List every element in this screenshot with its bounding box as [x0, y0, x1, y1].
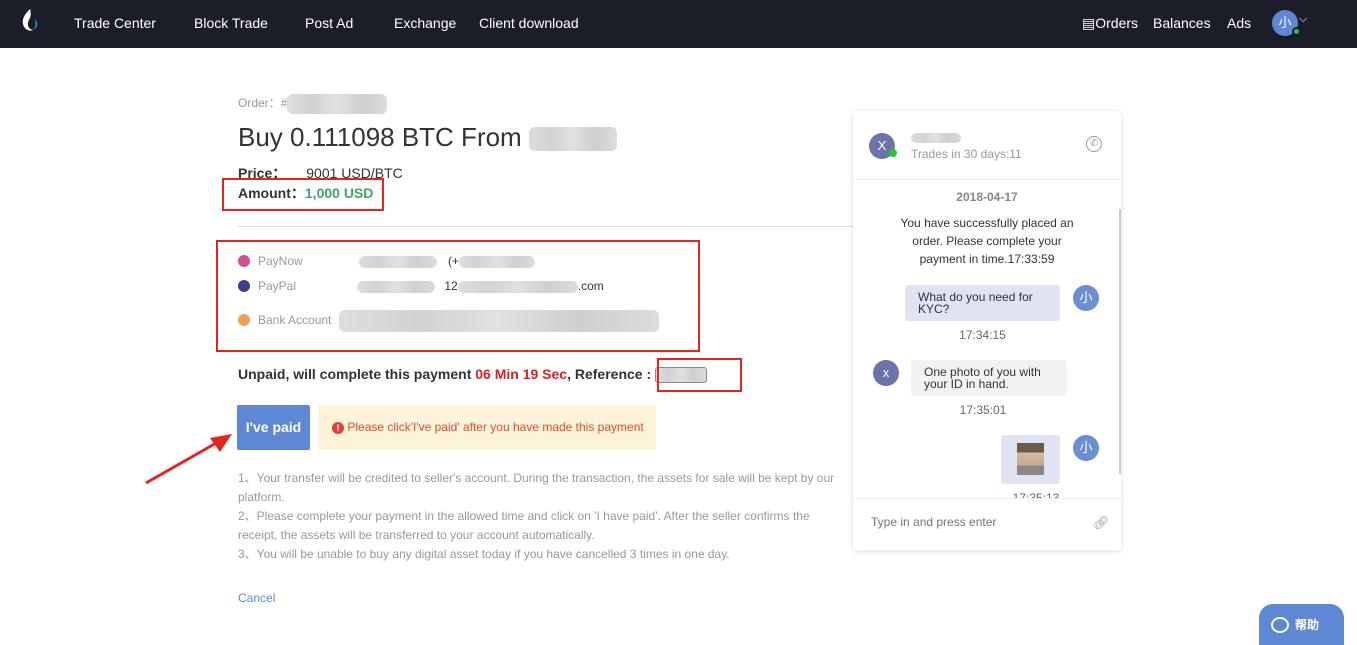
annotation-box [657, 358, 742, 392]
my-avatar: 小 [1073, 435, 1099, 461]
scrollbar[interactable] [1119, 209, 1121, 474]
chevron-down-icon[interactable]: ⌵ [1299, 13, 1307, 26]
message-bubble: What do you need for KYC? [905, 285, 1060, 321]
nav-block-trade[interactable]: Block Trade [194, 15, 268, 31]
annotation-box [216, 240, 700, 352]
photo-thumbnail[interactable] [1017, 443, 1044, 475]
nav-post-ad[interactable]: Post Ad [305, 15, 353, 31]
tip-banner: ! Please click'I've paid' after you have… [318, 405, 656, 450]
help-button[interactable]: 帮助 [1259, 604, 1344, 645]
attachment-icon[interactable]: 🔗︎ [1093, 515, 1110, 531]
ive-paid-button[interactable]: I've paid [237, 405, 310, 450]
chat-panel: X Trades in 30 days:11 ✆ 2018-04-17 You … [853, 111, 1121, 550]
nav-trade-center[interactable]: Trade Center [74, 15, 156, 31]
logo-icon[interactable] [20, 8, 38, 34]
annotation-box [222, 178, 384, 211]
nav-client-download[interactable]: Client download [479, 15, 579, 31]
system-message: You have successfully placed an order. P… [900, 216, 1074, 266]
instructions: 1、Your transfer will be credited to sell… [238, 471, 835, 561]
nav-balances[interactable]: Balances [1153, 15, 1211, 31]
chat-input-area: 🔗︎ [853, 498, 1121, 550]
online-dot [1292, 27, 1301, 36]
cancel-link[interactable]: Cancel [238, 591, 275, 605]
order-id: Order：# [238, 94, 388, 114]
orders-icon: ▤ [1082, 15, 1096, 31]
counterparty-avatar: x [873, 360, 899, 386]
nav-orders[interactable]: ▤Orders [1082, 15, 1138, 32]
chat-date: 2018-04-17 [956, 190, 1018, 204]
annotation-arrow [145, 434, 232, 485]
my-avatar: 小 [1073, 285, 1099, 311]
online-dot [889, 149, 897, 157]
nav-ads[interactable]: Ads [1227, 15, 1251, 31]
image-message[interactable] [1001, 435, 1060, 484]
chat-bubble-icon [1271, 617, 1289, 633]
chat-input[interactable] [871, 515, 1081, 529]
alert-icon: ! [332, 422, 344, 434]
divider [238, 226, 853, 227]
phone-icon[interactable]: ✆ [1086, 136, 1102, 152]
trades-count: Trades in 30 days:11 [911, 147, 1022, 161]
nav-exchange[interactable]: Exchange [394, 15, 456, 31]
page-title: Buy 0.111098 BTC From [238, 122, 617, 153]
top-nav: Trade Center Block Trade Post Ad Exchang… [0, 0, 1357, 48]
message-bubble: One photo of you with your ID in hand. [911, 360, 1067, 396]
payment-status: Unpaid, will complete this payment 06 Mi… [238, 366, 708, 384]
